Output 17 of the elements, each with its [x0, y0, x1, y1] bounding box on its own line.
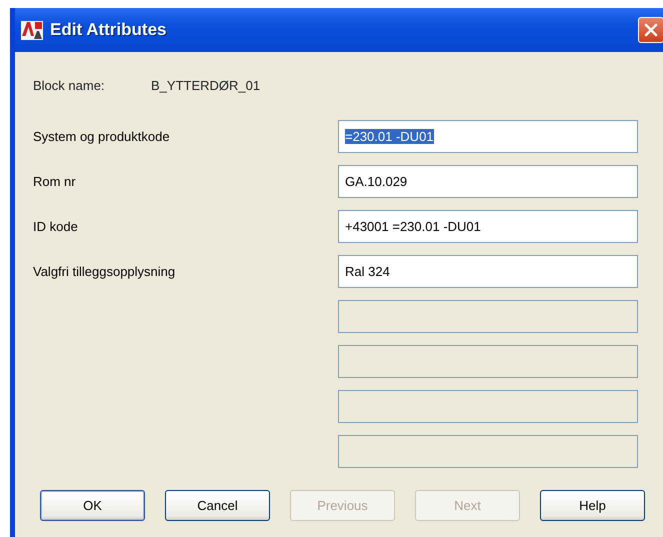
attribute-label: System og produktkode — [33, 128, 171, 146]
block-name-value: B_YTTERDØR_01 — [151, 77, 260, 96]
block-name-label: Block name: — [33, 77, 106, 96]
close-icon — [643, 22, 659, 38]
dialog-button[interactable]: OK — [40, 490, 145, 521]
window-title: Edit Attributes — [50, 19, 168, 42]
input-field[interactable]: +43001 =230.01 -DU01 — [338, 210, 638, 243]
attribute-label: ID kode — [33, 218, 79, 236]
attribute-label: Valgfri tilleggsopplysning — [33, 262, 176, 281]
input-field[interactable]: GA.10.029 — [338, 165, 638, 198]
attribute-label: Rom nr — [33, 172, 77, 191]
close-button[interactable] — [638, 17, 663, 43]
input-field[interactable]: =230.01 -DU01 — [338, 120, 638, 153]
dialog-button[interactable]: Cancel — [165, 490, 270, 521]
input-field[interactable]: Ral 324 — [338, 255, 638, 288]
dialog-button[interactable]: Help — [540, 490, 645, 521]
app-icon — [20, 19, 44, 41]
